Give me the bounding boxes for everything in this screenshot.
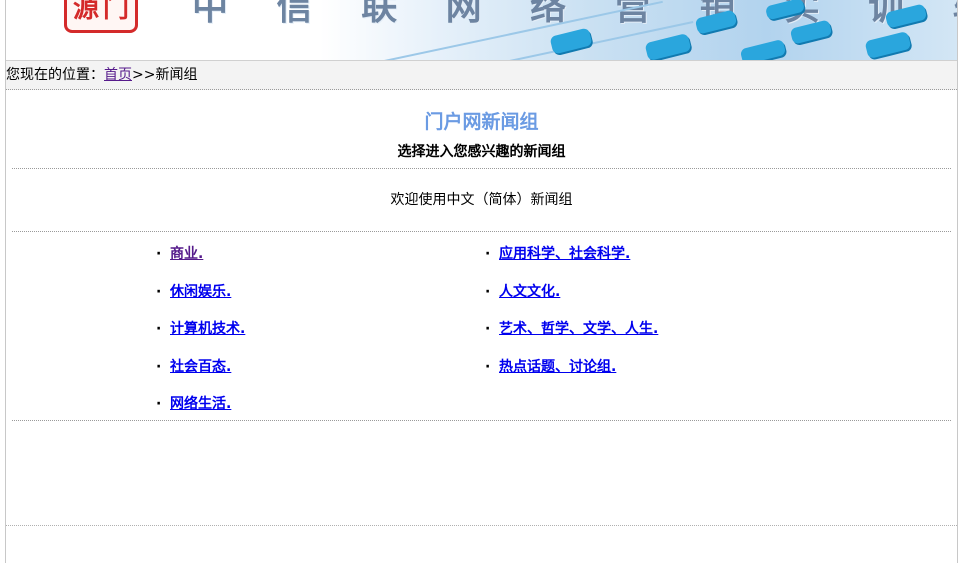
bullet-icon: · bbox=[156, 396, 162, 412]
banner-title: 中 信 联 网 络 营 销 实 训 软 件 bbox=[192, 0, 957, 28]
bullet-icon: · bbox=[156, 284, 162, 300]
newsgroup-list: · 商业. · 休闲娱乐. · 计算机技术. · 社会百态. · 网络生活. · 应用科学、… bbox=[6, 232, 957, 420]
bullet-icon: · bbox=[156, 246, 162, 262]
list-item: · 商业. bbox=[156, 243, 203, 263]
list-item: · 网络生活. bbox=[156, 393, 231, 413]
breadcrumb-home-link[interactable]: 首页 bbox=[104, 67, 132, 83]
bullet-icon: · bbox=[156, 359, 162, 375]
newsgroup-link-arts[interactable]: 艺术、哲学、文学、人生. bbox=[499, 321, 658, 337]
list-item: · 热点话题、讨论组. bbox=[485, 356, 616, 376]
list-item: · 人文文化. bbox=[485, 281, 560, 301]
newsgroup-link-society[interactable]: 社会百态. bbox=[170, 359, 231, 375]
header-banner: 源门 中 信 联 网 络 营 销 实 训 软 件 bbox=[6, 0, 957, 60]
calculator-key-decoration bbox=[864, 30, 912, 60]
breadcrumb-separator: >> bbox=[132, 67, 156, 83]
bullet-icon: · bbox=[156, 321, 162, 337]
breadcrumb-current: 新闻组 bbox=[155, 67, 198, 83]
page-subtitle: 选择进入您感兴趣的新闻组 bbox=[397, 144, 566, 160]
logo-text: 源门 bbox=[73, 0, 134, 24]
footer-divider bbox=[6, 525, 957, 526]
breadcrumb-prefix: 您现在的位置： bbox=[6, 67, 104, 83]
page: 源门 中 信 联 网 络 营 销 实 训 软 件 您现在的位置：首页>>新闻组 … bbox=[5, 0, 958, 563]
calculator-key-decoration bbox=[644, 32, 692, 60]
list-item: · 休闲娱乐. bbox=[156, 281, 231, 301]
list-item: · 艺术、哲学、文学、人生. bbox=[485, 318, 658, 338]
newsgroup-link-humanities[interactable]: 人文文化. bbox=[499, 284, 560, 300]
newsgroup-link-computing[interactable]: 计算机技术. bbox=[170, 321, 245, 337]
bullet-icon: · bbox=[485, 359, 491, 375]
site-logo-seal: 源门 bbox=[64, 0, 138, 33]
list-item: · 计算机技术. bbox=[156, 318, 245, 338]
breadcrumb: 您现在的位置：首页>>新闻组 bbox=[6, 60, 957, 90]
newsgroup-link-science[interactable]: 应用科学、社会科学. bbox=[499, 246, 630, 262]
welcome-message: 欢迎使用中文（简体）新闻组 bbox=[390, 192, 573, 208]
bullet-icon: · bbox=[485, 321, 491, 337]
bullet-icon: · bbox=[485, 284, 491, 300]
newsgroup-link-hot-topics[interactable]: 热点话题、讨论组. bbox=[499, 359, 616, 375]
list-item: · 应用科学、社会科学. bbox=[485, 243, 630, 263]
divider bbox=[12, 420, 951, 421]
newsgroup-link-internet-life[interactable]: 网络生活. bbox=[170, 396, 231, 412]
calculator-key-decoration bbox=[739, 38, 787, 60]
page-title: 门户网新闻组 bbox=[424, 111, 539, 133]
calculator-key-decoration bbox=[549, 27, 593, 55]
newsgroup-link-leisure[interactable]: 休闲娱乐. bbox=[170, 284, 231, 300]
bullet-icon: · bbox=[485, 246, 491, 262]
list-item: · 社会百态. bbox=[156, 356, 231, 376]
newsgroup-link-business[interactable]: 商业. bbox=[170, 246, 203, 262]
